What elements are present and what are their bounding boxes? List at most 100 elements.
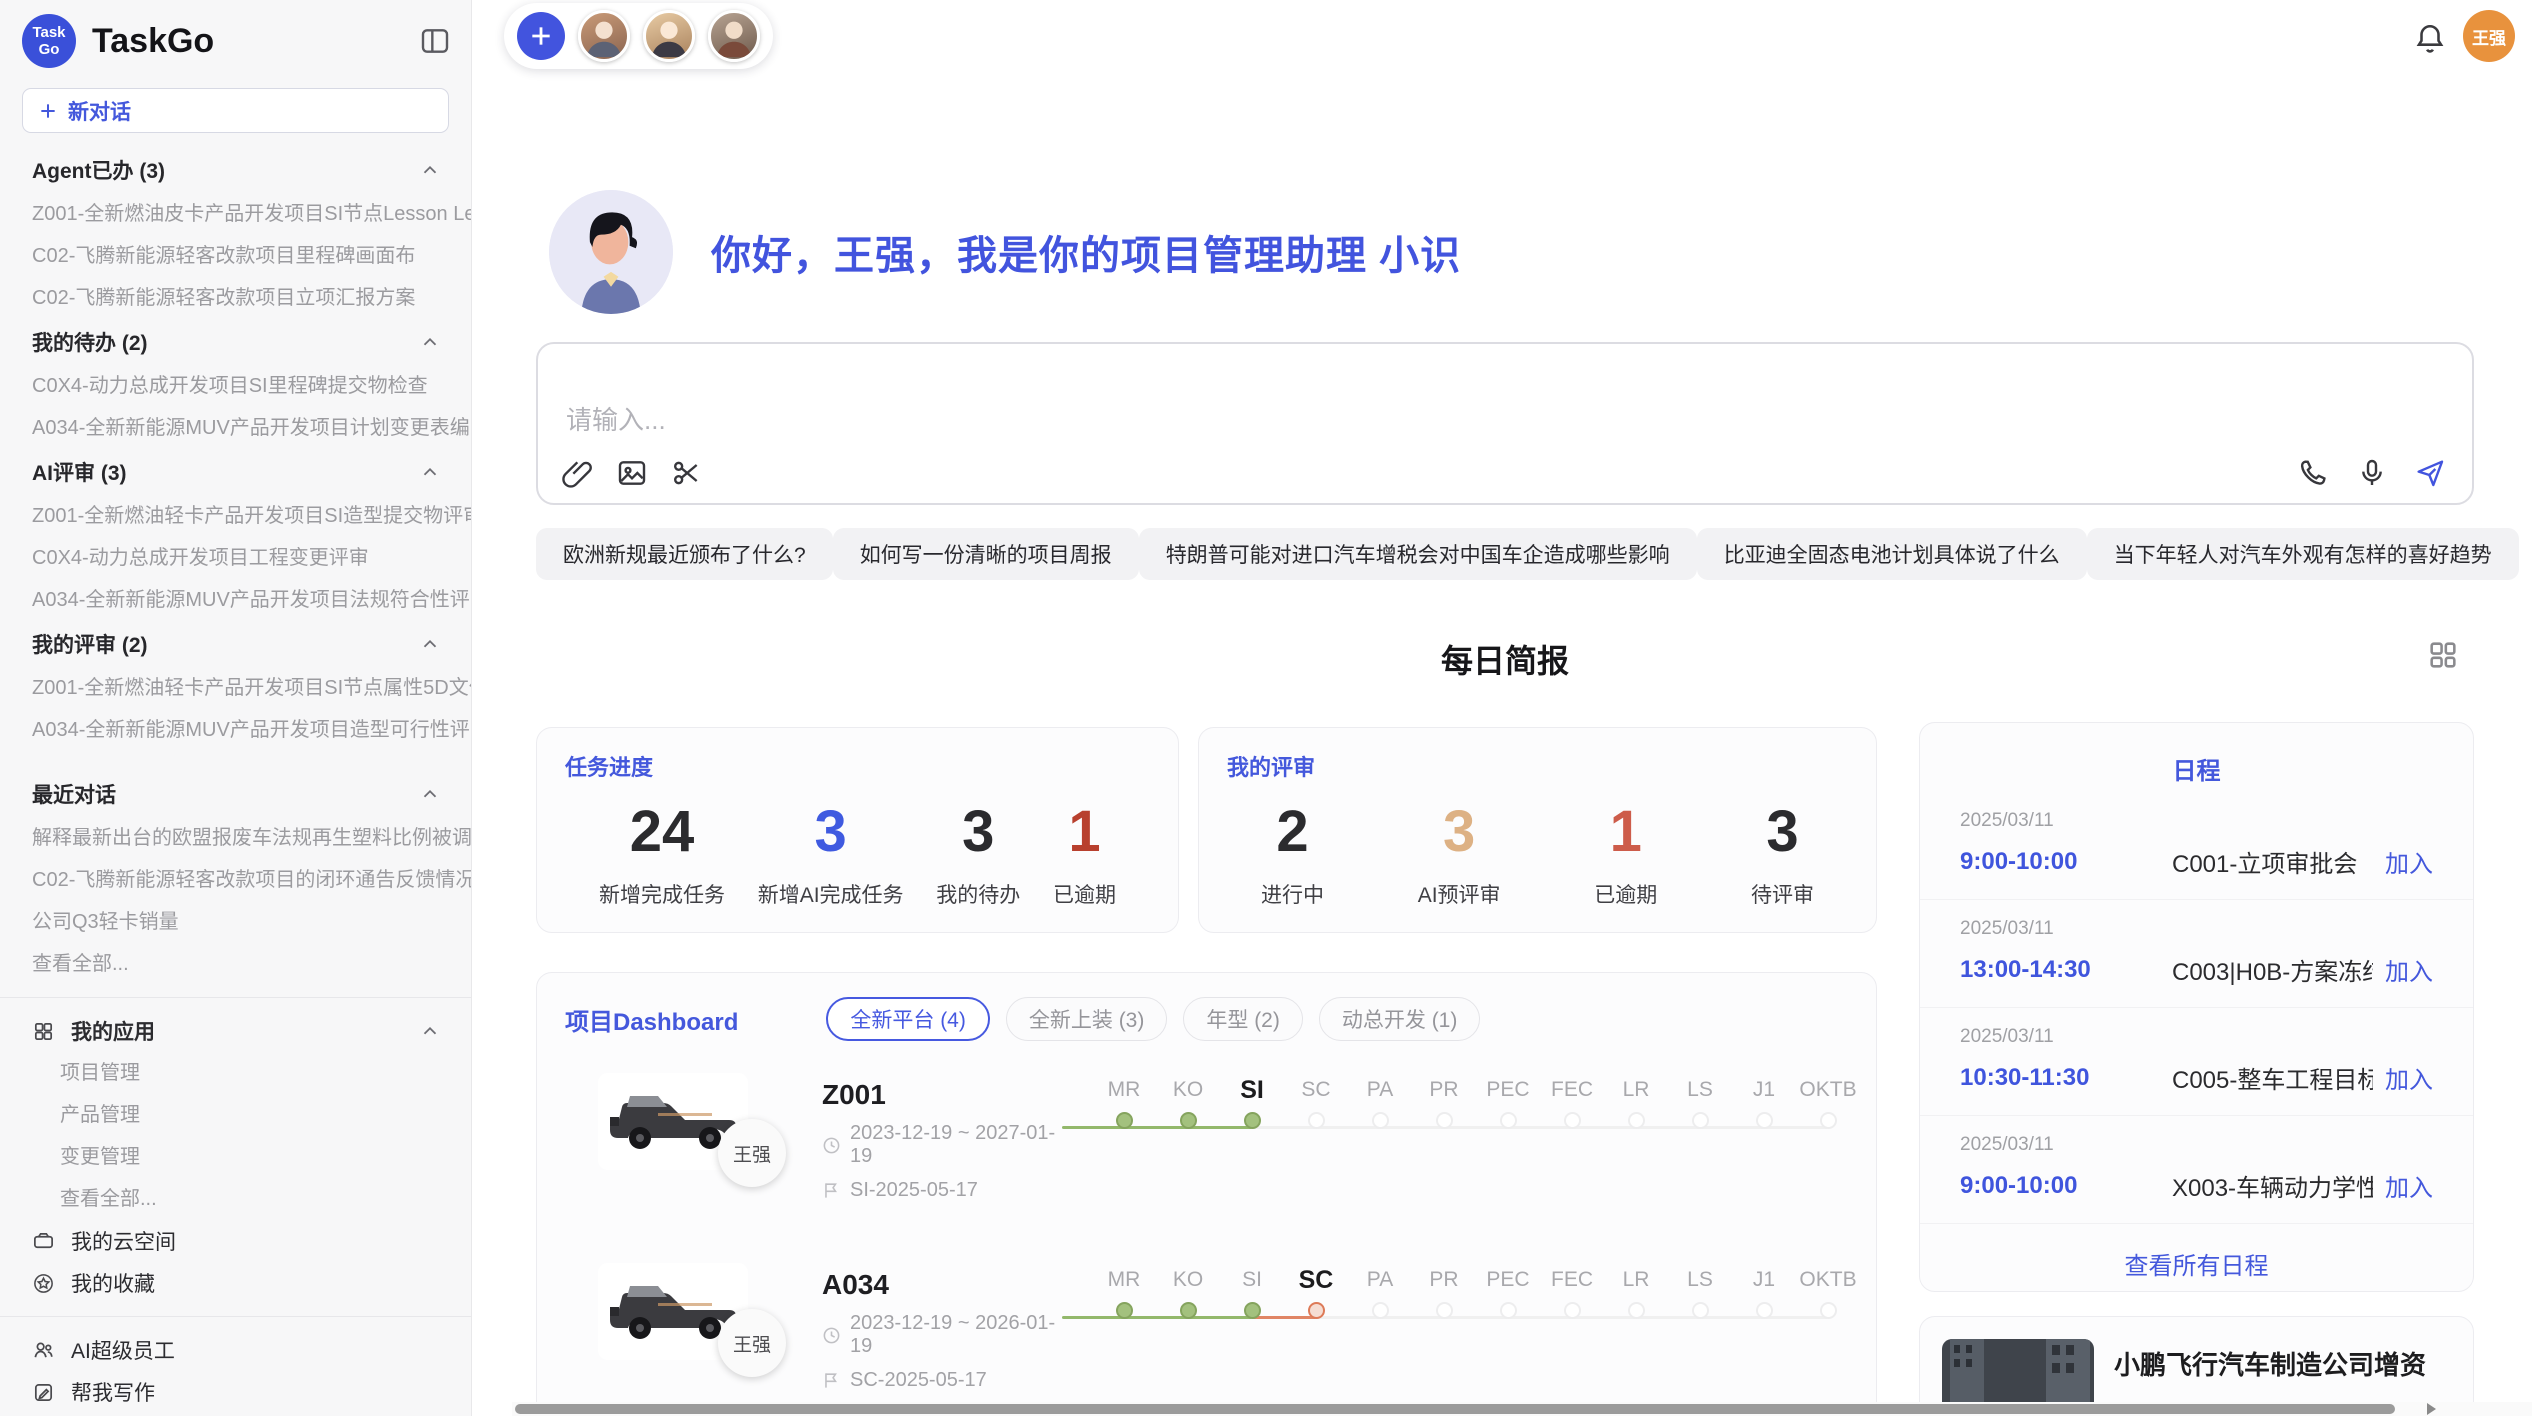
add-agent-button[interactable]	[517, 12, 565, 60]
scrollbar-right-arrow[interactable]	[2427, 1403, 2436, 1415]
suggestion-chips: 欧洲新规最近颁布了什么? 如何写一份清晰的项目周报 特朗普可能对进口汽车增税会对…	[536, 528, 2474, 580]
milestone: J1	[1732, 1265, 1796, 1319]
notification-bell-icon[interactable]	[2413, 22, 2447, 56]
schedule-title: 日程	[1920, 723, 2473, 792]
send-icon[interactable]	[2414, 457, 2446, 489]
event-date: 2025/03/11	[1960, 918, 2433, 940]
favorites-star-icon	[32, 1272, 55, 1295]
milestone: PEC	[1476, 1075, 1540, 1129]
view-all-apps[interactable]: 查看全部...	[0, 1178, 471, 1220]
list-item[interactable]: Z001-全新燃油皮卡产品开发项目SI节点Lesson Learn报告	[0, 193, 471, 235]
schedule-event: 2025/03/11 13:00-14:30 C003|H0B-方案冻结评审 加…	[1920, 900, 2473, 1008]
list-item[interactable]: A034-全新新能源MUV产品开发项目计划变更表编写	[0, 407, 471, 449]
new-chat-button[interactable]: 新对话	[22, 88, 449, 133]
apps-grid-icon	[32, 1020, 55, 1043]
chevron-up-icon	[419, 633, 441, 655]
chat-input-box[interactable]: 请输入...	[536, 342, 2474, 505]
list-item[interactable]: Z001-全新燃油轻卡产品开发项目SI节点属性5D文件评审	[0, 667, 471, 709]
suggestion-chip[interactable]: 当下年轻人对汽车外观有怎样的喜好趋势	[2087, 528, 2519, 580]
sidebar-item-ai-employee[interactable]: AI超级员工	[0, 1329, 471, 1371]
milestone: KO	[1156, 1265, 1220, 1319]
filter-tab-new-platform[interactable]: 全新平台 (4)	[826, 997, 990, 1041]
collapse-sidebar-icon[interactable]	[419, 25, 451, 57]
sidebar-item-cloud-space[interactable]: 我的云空间	[0, 1220, 471, 1262]
sidebar-item-help-write[interactable]: 帮我写作	[0, 1371, 471, 1413]
join-link[interactable]: 加入	[2385, 1168, 2433, 1203]
section-title: 我的待办 (2)	[32, 327, 148, 357]
suggestion-chip[interactable]: 如何写一份清晰的项目周报	[833, 528, 1139, 580]
suggestion-chip[interactable]: 欧洲新规最近颁布了什么?	[536, 528, 833, 580]
milestone-label: KO	[1156, 1265, 1220, 1295]
list-item[interactable]: 公司Q3轻卡销量	[0, 901, 471, 943]
people-icon	[32, 1339, 55, 1362]
flag-icon	[822, 1371, 841, 1390]
suggestion-chip[interactable]: 特朗普可能对进口汽车增税会对中国车企造成哪些影响	[1139, 528, 1697, 580]
join-link[interactable]: 加入	[2385, 844, 2433, 879]
project-flag-milestone: SI-2025-05-17	[822, 1179, 1062, 1202]
section-my-todos[interactable]: 我的待办 (2)	[0, 319, 471, 365]
milestone: LR	[1604, 1265, 1668, 1319]
view-all-chats[interactable]: 查看全部...	[0, 943, 471, 985]
list-item[interactable]: 解释最新出台的欧盟报废车法规再生塑料比例被调至15%...	[0, 817, 471, 859]
project-row[interactable]: 王强 Z001 2023-12-19 ~ 2027-01-19 SI-2025-…	[565, 1073, 1848, 1231]
list-item[interactable]: C0X4-动力总成开发项目工程变更评审	[0, 537, 471, 579]
user-avatar[interactable]: 王强	[2463, 10, 2515, 62]
suggestion-chip[interactable]: 比亚迪全固态电池计划具体说了什么	[1697, 528, 2087, 580]
milestone: MR	[1092, 1265, 1156, 1319]
section-ai-review[interactable]: AI评审 (3)	[0, 449, 471, 495]
avatar[interactable]	[708, 10, 760, 62]
list-item[interactable]: C0X4-动力总成开发项目SI里程碑提交物检查	[0, 365, 471, 407]
milestone-label: J1	[1732, 1265, 1796, 1295]
schedule-event: 2025/03/11 9:00-10:00 X003-车辆动力学性能验... 加…	[1920, 1116, 2473, 1224]
join-link[interactable]: 加入	[2385, 952, 2433, 987]
list-item[interactable]: A034-全新新能源MUV产品开发项目造型可行性评审	[0, 709, 471, 751]
image-upload-icon[interactable]	[616, 457, 648, 489]
microphone-icon[interactable]	[2356, 457, 2388, 489]
project-row[interactable]: 王强 A034 2023-12-19 ~ 2026-01-19 SC-2025-…	[565, 1263, 1848, 1416]
section-title: AI评审 (3)	[32, 457, 127, 487]
sidebar-item-favorites[interactable]: 我的收藏	[0, 1262, 471, 1304]
scissors-icon[interactable]	[670, 457, 702, 489]
join-link[interactable]: 加入	[2385, 1060, 2433, 1095]
voice-call-icon[interactable]	[2298, 457, 2330, 489]
logo-text-bottom: Go	[39, 41, 60, 58]
section-agent-done[interactable]: Agent已办 (3)	[0, 147, 471, 193]
avatar[interactable]	[643, 10, 695, 62]
sidebar: Task Go TaskGo 新对话 Agent已办 (3) Z001-全新燃油…	[0, 0, 472, 1416]
scrollbar-thumb[interactable]	[515, 1404, 2395, 1414]
view-all-schedule-link[interactable]: 查看所有日程	[1920, 1224, 2473, 1303]
list-item[interactable]: C02-飞腾新能源轻客改款项目的闭环通告反馈情况	[0, 859, 471, 901]
clock-icon	[822, 1326, 841, 1345]
milestone-dot	[1500, 1302, 1517, 1319]
milestone-dot	[1820, 1112, 1837, 1129]
sidebar-item-product-mgmt[interactable]: 产品管理	[0, 1094, 471, 1136]
section-my-review[interactable]: 我的评审 (2)	[0, 621, 471, 667]
list-item[interactable]: A034-全新新能源MUV产品开发项目法规符合性评审	[0, 579, 471, 621]
milestone-dot	[1756, 1112, 1773, 1129]
milestone-dot	[1436, 1302, 1453, 1319]
filter-tab-new-body[interactable]: 全新上装 (3)	[1006, 997, 1168, 1041]
event-time: 9:00-10:00	[1960, 848, 2172, 876]
filter-tab-powertrain[interactable]: 动总开发 (1)	[1319, 997, 1481, 1041]
sidebar-item-change-mgmt[interactable]: 变更管理	[0, 1136, 471, 1178]
milestone-dot	[1500, 1112, 1517, 1129]
layout-grid-icon[interactable]	[2426, 638, 2460, 672]
dashboard-title: 项目Dashboard	[565, 1002, 738, 1037]
milestone-dot	[1756, 1302, 1773, 1319]
filter-tab-year-model[interactable]: 年型 (2)	[1183, 997, 1303, 1041]
list-item[interactable]: Z001-全新燃油轻卡产品开发项目SI造型提交物评审	[0, 495, 471, 537]
list-item[interactable]: C02-飞腾新能源轻客改款项目立项汇报方案	[0, 277, 471, 319]
attachment-icon[interactable]	[562, 457, 594, 489]
milestone-label: SC	[1284, 1075, 1348, 1105]
milestone-label: LR	[1604, 1265, 1668, 1295]
sidebar-item-my-apps[interactable]: 我的应用	[0, 1010, 471, 1052]
divider	[0, 1316, 471, 1317]
input-placeholder: 请输入...	[566, 400, 666, 437]
news-card[interactable]: 小鹏飞行汽车制造公司增资 天眼查 App 显示，近日广州汇天飞行汽...	[1919, 1316, 2474, 1416]
milestone-dot	[1564, 1302, 1581, 1319]
avatar[interactable]	[578, 10, 630, 62]
event-time: 10:30-11:30	[1960, 1064, 2172, 1092]
section-recent-chats[interactable]: 最近对话	[0, 771, 471, 817]
sidebar-item-project-mgmt[interactable]: 项目管理	[0, 1052, 471, 1094]
list-item[interactable]: C02-飞腾新能源轻客改款项目里程碑画面布	[0, 235, 471, 277]
